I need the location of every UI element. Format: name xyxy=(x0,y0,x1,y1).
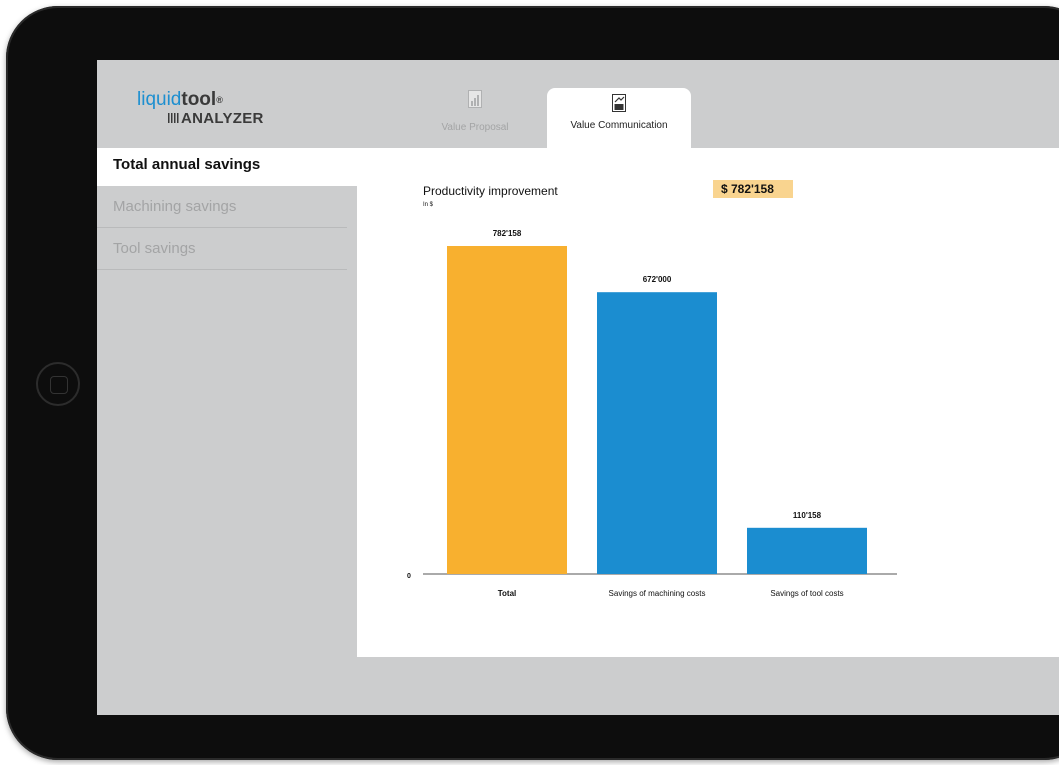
app-screen: liquidtool® ANALYZER Value Proposal Valu… xyxy=(97,60,1059,715)
bar-value-label: 110'158 xyxy=(793,511,822,520)
chart-title: Productivity improvement xyxy=(423,184,558,198)
tab-label: Value Proposal xyxy=(441,122,509,133)
bar-2 xyxy=(597,292,717,574)
tab-value-proposal[interactable]: Value Proposal xyxy=(415,88,535,148)
sidebar-item-machining-savings[interactable]: Machining savings xyxy=(97,186,347,228)
logo-liquid: liquid xyxy=(137,89,182,110)
tab-value-communication[interactable]: Value Communication xyxy=(547,88,691,148)
tab-label: Value Communication xyxy=(570,120,668,131)
logo-registered: ® xyxy=(216,95,223,105)
main-content: Total annual savings Machining savings T… xyxy=(97,148,1059,657)
bar-chart: 0 782'158 Total 672'000 Savings of machining… xyxy=(407,229,897,598)
bars-icon xyxy=(168,113,179,123)
y-tick-label-zero: 0 xyxy=(407,573,411,580)
sidebar: Total annual savings Machining savings T… xyxy=(97,148,357,657)
bar-3 xyxy=(747,527,867,574)
bar-value-label: 672'000 xyxy=(643,275,672,284)
total-savings-badge: $ 782'158 xyxy=(713,180,793,198)
document-chart-icon xyxy=(468,90,482,108)
logo-wordmark: liquidtool® xyxy=(137,90,264,110)
home-button[interactable] xyxy=(36,362,80,406)
category-label: Savings of machining costs xyxy=(609,589,706,598)
document-chart-icon xyxy=(612,94,626,112)
bar-value-label: 782'158 xyxy=(493,229,522,238)
app-logo: liquidtool® ANALYZER xyxy=(137,90,264,128)
bar-1 xyxy=(447,246,567,574)
sidebar-item-tool-savings[interactable]: Tool savings xyxy=(97,228,347,270)
category-label: Total xyxy=(498,589,517,598)
logo-subtitle: ANALYZER xyxy=(168,110,264,127)
category-label: Savings of tool costs xyxy=(770,589,843,598)
logo-tool: tool xyxy=(181,89,217,110)
logo-analyzer: ANALYZER xyxy=(181,110,264,127)
sidebar-item-total-annual-savings[interactable]: Total annual savings xyxy=(97,148,357,186)
